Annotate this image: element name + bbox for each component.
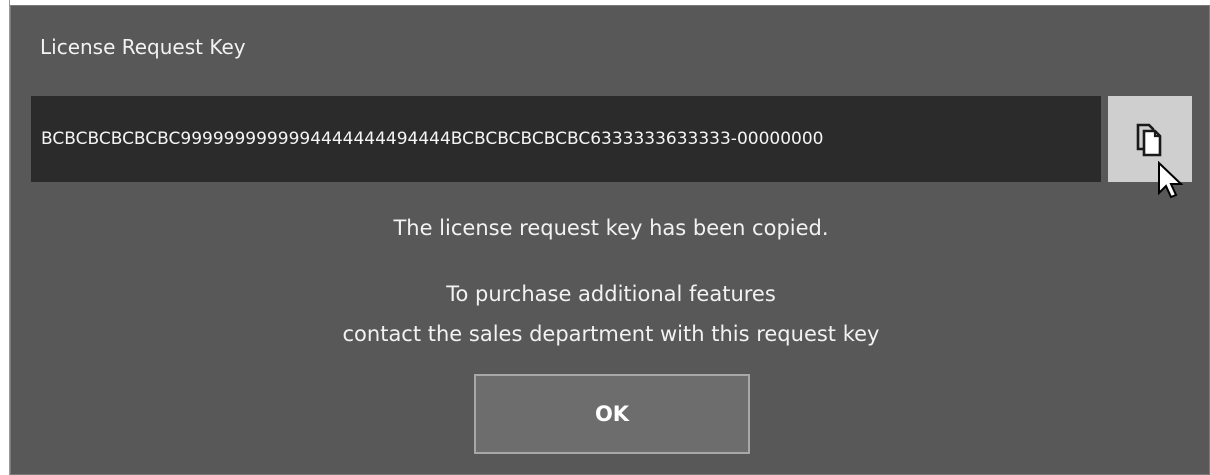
copied-message: The license request key has been copied. <box>393 216 829 240</box>
dialog-title: License Request Key <box>40 35 246 59</box>
license-request-key-dialog: License Request Key BCBCBCBCBCBC99999999… <box>10 5 1210 475</box>
request-key-text: BCBCBCBCBCBC9999999999994444444494444BCB… <box>41 129 824 149</box>
background-window-edge <box>0 0 10 475</box>
request-key-field[interactable]: BCBCBCBCBCBC9999999999994444444494444BCB… <box>31 96 1101 182</box>
purchase-message-line1: To purchase additional features <box>446 282 776 306</box>
ok-button[interactable]: OK <box>474 374 750 454</box>
mouse-cursor-icon <box>1158 161 1183 199</box>
copy-icon <box>1136 123 1162 157</box>
purchase-message-line2: contact the sales department with this r… <box>342 322 880 346</box>
